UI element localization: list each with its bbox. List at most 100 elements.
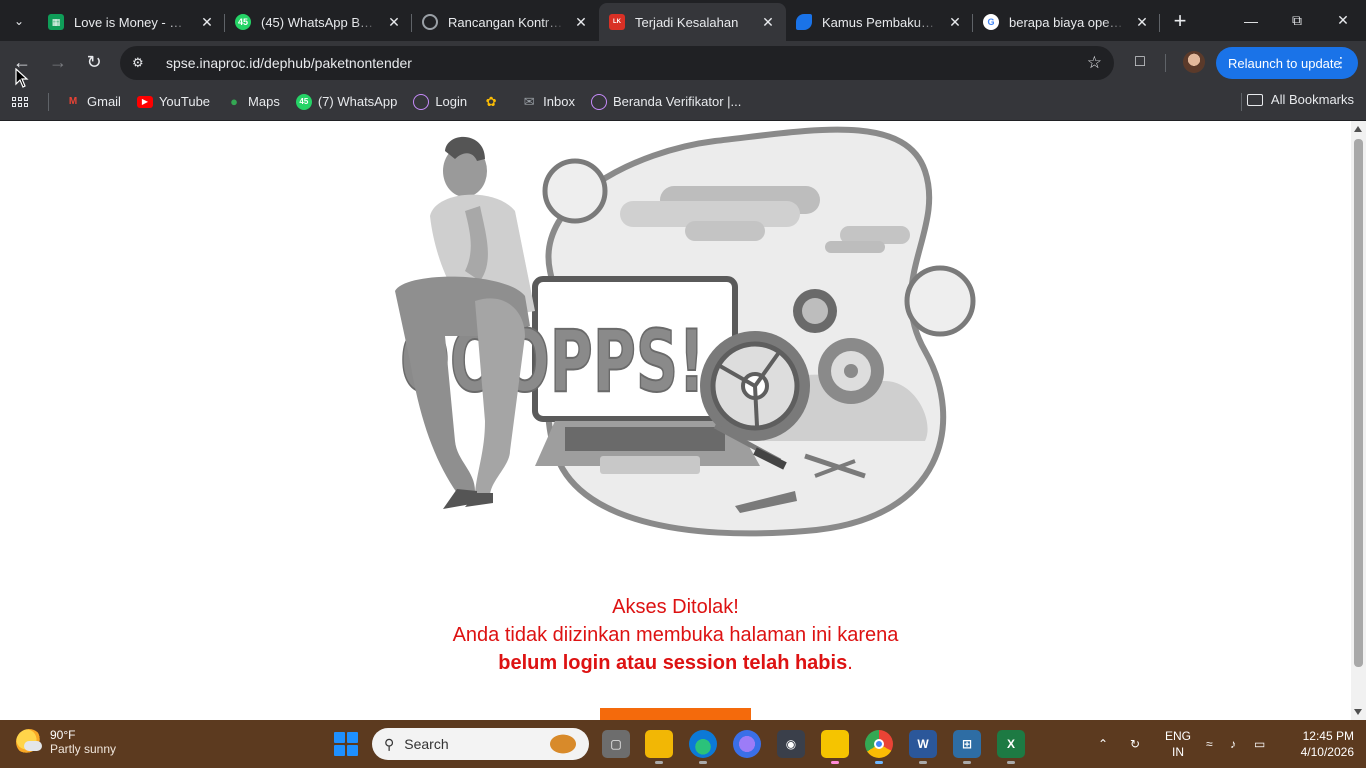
browser-toolbar: ← → ↻ ⚙ spse.inaproc.id/dephub/paketnont… [0, 41, 1366, 83]
relaunch-button[interactable]: Relaunch to update ⋮ [1216, 47, 1358, 79]
wifi-icon[interactable]: ≈ [1206, 720, 1213, 768]
show-hidden-icons[interactable]: ⌃ [1098, 720, 1108, 768]
tab-love-is-money[interactable]: ▦ Love is Money - Goog ✕ [38, 5, 225, 39]
access-denied-detail: belum login atau session telah habis. [0, 652, 1351, 675]
sticky-notes-icon[interactable] [821, 730, 849, 764]
tabs: ▦ Love is Money - Goog ✕ 45 (45) WhatsAp… [38, 0, 1160, 41]
bookmark-whatsapp[interactable]: 45 (7) WhatsApp [295, 93, 397, 110]
taskbar-search[interactable]: ⚲ Search [372, 728, 589, 760]
bookmark-login[interactable]: Login [413, 93, 468, 110]
bookmarks-bar: M Gmail ▶ YouTube ● Maps 45 (7) WhatsApp… [0, 83, 1366, 121]
bookmark-beranda-verifikator[interactable]: Beranda Verifikator |... [590, 93, 741, 110]
tab-kamus-pembakuan[interactable]: Kamus Pembakuan St ✕ [786, 5, 973, 39]
tab-terjadi-kesalahan[interactable]: LK Terjadi Kesalahan ✕ [599, 3, 786, 41]
address-bar[interactable]: ⚙ spse.inaproc.id/dephub/paketnontender … [120, 46, 1114, 80]
maps-icon: ● [230, 94, 238, 109]
url-text: spse.inaproc.id/dephub/paketnontender [166, 55, 412, 71]
error-illustration: OOOPPS! [395, 126, 976, 537]
weather-widget[interactable]: 90°F Partly sunny [16, 728, 116, 756]
close-icon[interactable]: ✕ [199, 14, 215, 30]
excel-icon[interactable]: X [997, 730, 1025, 764]
chevron-down-icon: ⌄ [13, 13, 25, 28]
close-icon[interactable]: ✕ [386, 14, 402, 30]
minimize-button[interactable]: — [1228, 0, 1274, 41]
sheets-icon: ▦ [48, 14, 64, 30]
search-icon: ⚲ [384, 735, 395, 752]
bookmark-label: Inbox [543, 94, 575, 109]
close-icon[interactable]: ✕ [760, 14, 776, 30]
vertical-scrollbar[interactable] [1351, 121, 1366, 720]
gmail-icon: M [68, 96, 78, 107]
sync-icon[interactable]: ↻ [1130, 720, 1140, 768]
weather-temp: 90°F [50, 728, 76, 742]
reload-button[interactable]: ↻ [76, 44, 112, 80]
apps-grid-icon[interactable] [10, 92, 30, 112]
search-highlight-icon [545, 731, 581, 757]
session-expired-text: belum login atau session telah habis [498, 652, 848, 674]
kbbi-icon [796, 14, 812, 30]
tab-whatsapp-business[interactable]: 45 (45) WhatsApp Busine ✕ [225, 5, 412, 39]
extensions-button[interactable]: □ [1128, 50, 1152, 74]
volume-icon[interactable]: ♪ [1230, 720, 1236, 768]
tab-rancangan-kontrak[interactable]: Rancangan Kontrak P ✕ [412, 5, 599, 39]
access-denied-title: Akses Ditolak! [612, 596, 739, 618]
start-button[interactable] [334, 732, 358, 756]
scroll-up-icon[interactable] [1354, 126, 1362, 132]
search-placeholder: Search [404, 736, 449, 752]
tab-berapa-biaya[interactable]: G berapa biaya operasi ✕ [973, 5, 1160, 39]
bookmark-pinwheel[interactable]: ✿ [483, 94, 505, 110]
file-explorer-icon[interactable] [645, 730, 673, 764]
close-icon[interactable]: ✕ [947, 14, 963, 30]
bookmark-gmail[interactable]: M Gmail [65, 94, 121, 110]
lang-code: ENG [1165, 729, 1192, 743]
relaunch-label: Relaunch to update [1228, 55, 1341, 71]
toolbar-divider [1165, 54, 1166, 72]
bookmark-maps[interactable]: ● Maps [226, 94, 280, 110]
period-text: . [847, 652, 853, 674]
access-denied-reason: Anda tidak diizinkan membuka halaman ini… [452, 624, 899, 646]
bookmark-star-icon[interactable]: ☆ [1087, 53, 1102, 73]
calculator-icon[interactable]: ⊞ [953, 730, 981, 764]
all-bookmarks-button[interactable]: All Bookmarks [1246, 92, 1354, 107]
google-icon: G [983, 14, 999, 30]
bookmark-inbox[interactable]: ✉ Inbox [521, 94, 575, 110]
tab-title: Kamus Pembakuan St [822, 14, 939, 30]
bookmark-youtube[interactable]: ▶ YouTube [136, 94, 210, 109]
globe-icon [422, 14, 438, 30]
bookmark-label: Login [435, 94, 468, 109]
profile-avatar[interactable] [1183, 51, 1205, 73]
system-clock[interactable]: 12:45 PM 4/10/2026 [1301, 728, 1354, 760]
input-language[interactable]: ENG IN [1165, 728, 1191, 760]
word-icon[interactable]: W [909, 730, 937, 764]
scroll-thumb[interactable] [1354, 139, 1363, 667]
forward-button[interactable]: → [40, 44, 76, 80]
new-tab-button[interactable]: + [1164, 5, 1196, 37]
chrome-icon[interactable] [865, 730, 893, 764]
all-bookmarks-label: All Bookmarks [1270, 92, 1354, 107]
windows-taskbar: 90°F Partly sunny ⚲ Search ▢ ◉ W ⊞ X ⌃ ↻… [0, 720, 1366, 768]
close-icon[interactable]: ✕ [573, 14, 589, 30]
tab-title: Rancangan Kontrak P [448, 14, 565, 30]
task-view-icon[interactable]: ▢ [602, 730, 630, 758]
scroll-down-icon[interactable] [1354, 709, 1362, 715]
edge-icon[interactable] [689, 730, 717, 764]
puzzle-icon: □ [1135, 53, 1145, 70]
youtube-icon: ▶ [136, 95, 153, 108]
login-button[interactable] [600, 708, 751, 720]
restore-button[interactable]: ⧉ [1274, 0, 1320, 41]
kebab-menu-icon[interactable]: ⋮ [1334, 54, 1348, 71]
site-info-icon[interactable]: ⚙ [132, 55, 152, 71]
battery-icon[interactable]: ▭ [1254, 720, 1265, 768]
tab-search-button[interactable]: ⌄ [0, 0, 38, 41]
bookmarks-divider [48, 92, 49, 111]
folder-icon [1246, 93, 1263, 106]
close-icon[interactable]: ✕ [1134, 14, 1150, 30]
reload-icon: ↻ [86, 51, 102, 72]
camera-icon[interactable]: ◉ [777, 730, 805, 758]
page-content: OOOPPS! Akses Ditolak! Anda tidak diizin… [0, 121, 1351, 720]
copilot-icon[interactable] [733, 730, 761, 758]
close-window-button[interactable]: ✕ [1320, 0, 1366, 41]
lkpp-icon: LK [609, 14, 625, 30]
bookmark-label: Maps [248, 94, 280, 109]
tab-strip: ⌄ ▦ Love is Money - Goog ✕ 45 (45) Whats… [0, 0, 1366, 41]
